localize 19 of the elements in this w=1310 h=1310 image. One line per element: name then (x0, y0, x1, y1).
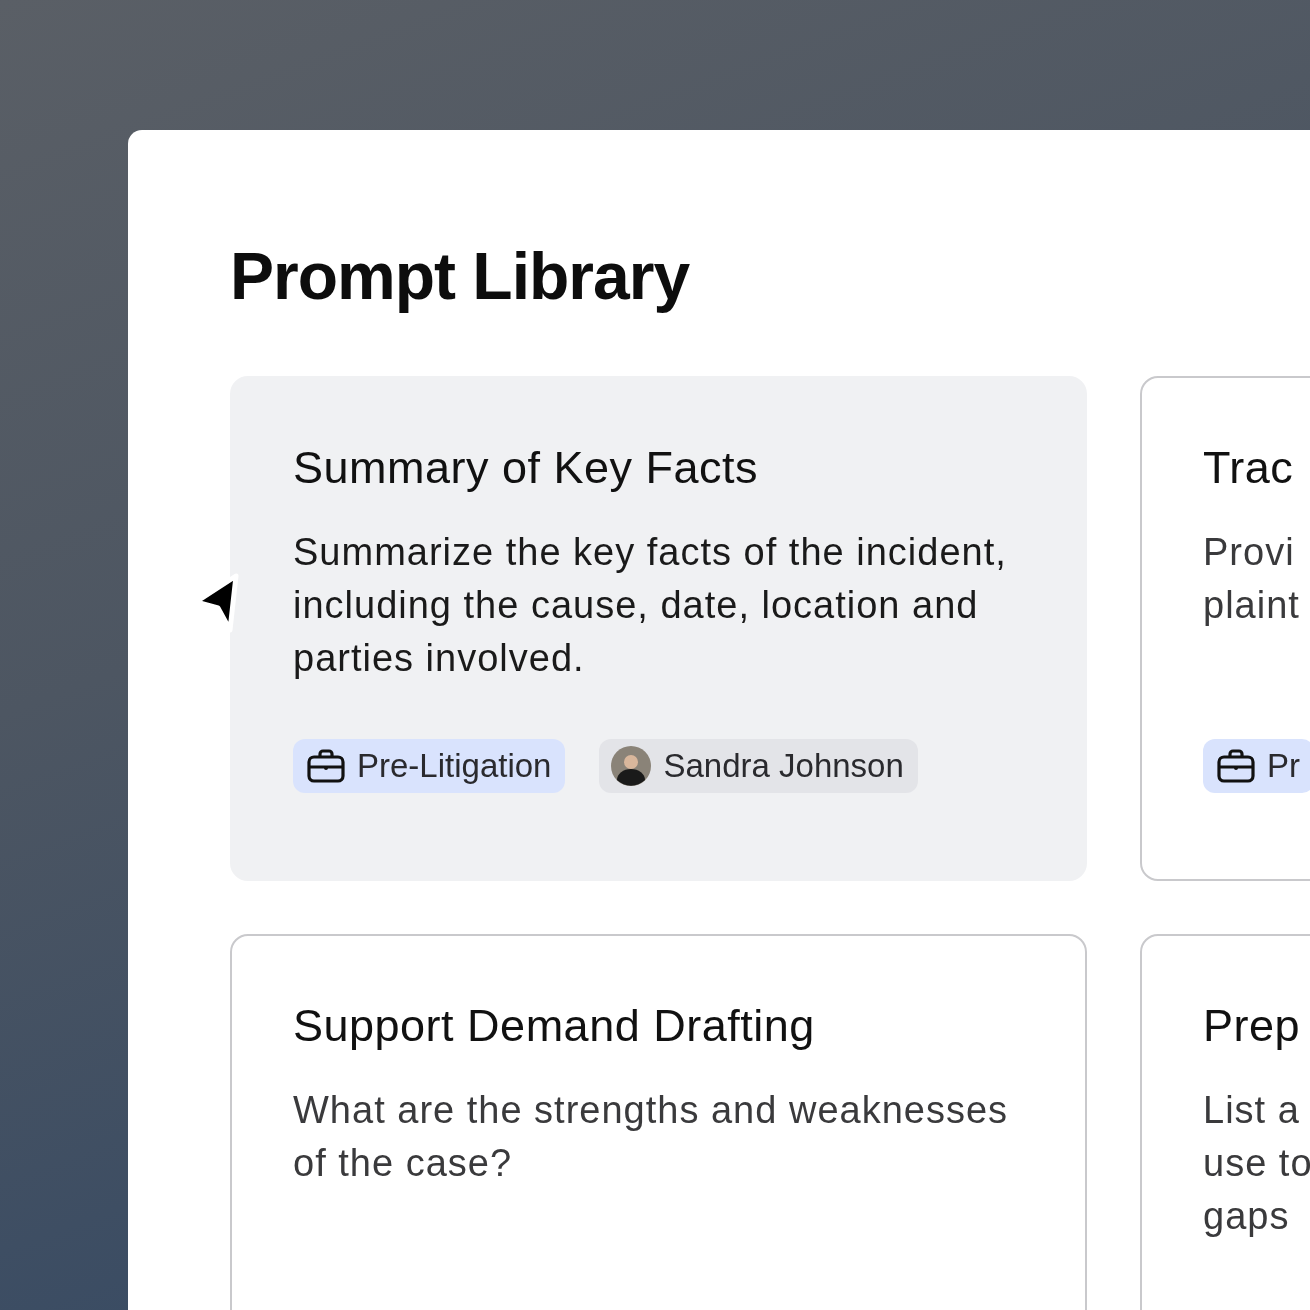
page-title: Prompt Library (230, 238, 691, 315)
briefcase-icon (1217, 749, 1255, 783)
card-title: Support Demand Drafting (293, 999, 816, 1053)
card-title: Trac (1203, 441, 1295, 495)
card-description: List a use to gaps (1203, 1088, 1310, 1239)
category-tag: Pre-Litigation (293, 739, 566, 793)
author-tag: Sandra Johnson (599, 739, 918, 793)
prompt-card[interactable]: Support Demand Drafting What are the strengths and weaknesses of the case? (230, 934, 1087, 1310)
category-tag: Pr (1203, 739, 1310, 793)
prompt-card[interactable]: Prep List a use to gaps (1140, 934, 1310, 1310)
card-title: Prep (1203, 999, 1302, 1053)
card-description: Summarize the key facts of the incident, including the cause, date, location and parties involved. (293, 530, 1008, 681)
avatar (611, 746, 652, 786)
card-title: Summary of Key Facts (293, 441, 760, 495)
briefcase-icon (307, 749, 345, 783)
card-description: Provi plaint (1203, 530, 1301, 628)
prompt-card[interactable]: Trac Provi plaint Pr (1140, 376, 1310, 881)
prompt-card[interactable]: Summary of Key Facts Summarize the key facts of the incident, including the cause, date, location and parties involved. Pre-Litigation Sandra Johnson (230, 376, 1087, 881)
card-description: What are the strengths and weaknesses of the case? (293, 1088, 1010, 1186)
